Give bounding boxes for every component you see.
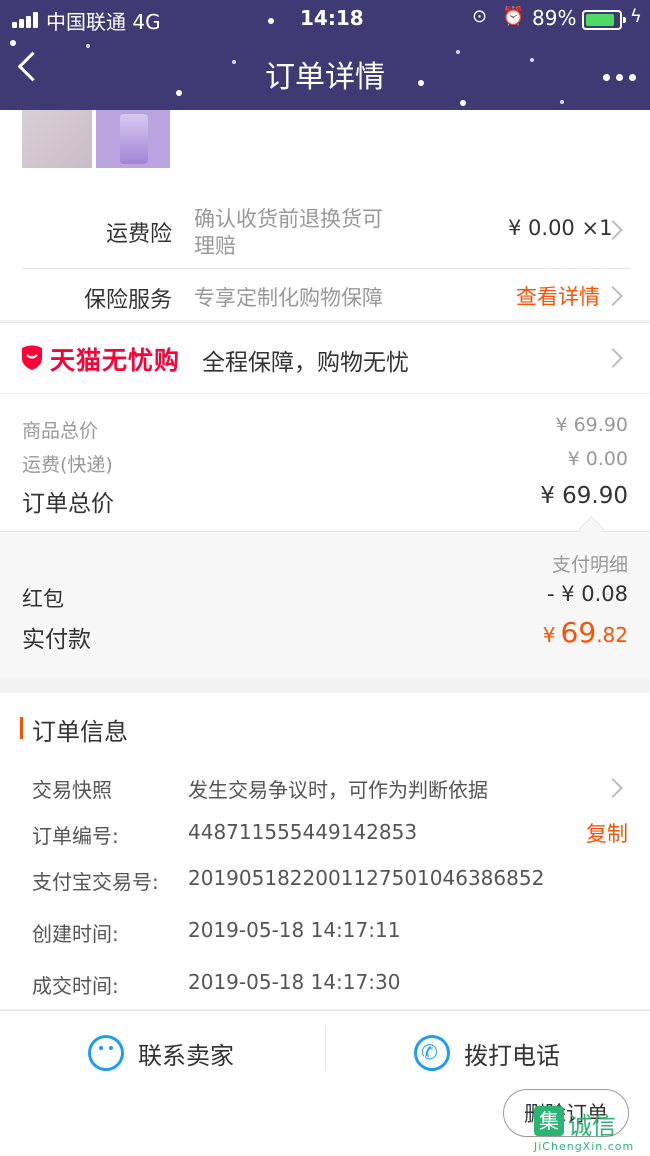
created-time-value: 2019-05-18 14:17:11 bbox=[188, 918, 401, 942]
section-accent-bar bbox=[20, 717, 23, 739]
shipping-value: ¥ 0.00 bbox=[567, 448, 628, 470]
red-packet-value: - ¥ 0.08 bbox=[546, 582, 628, 606]
battery-icon bbox=[582, 10, 626, 30]
call-phone-label[interactable]: 拨打电话 bbox=[464, 1036, 560, 1071]
snow-dot bbox=[460, 100, 466, 106]
order-total-value: ¥ 69.90 bbox=[540, 483, 628, 509]
snow-dot bbox=[560, 100, 564, 104]
contact-seller-label[interactable]: 联系卖家 bbox=[138, 1036, 234, 1071]
shipping-label: 运费(快递) bbox=[22, 454, 113, 476]
orientation-lock-icon: ⊙ bbox=[472, 6, 488, 27]
deal-time-value: 2019-05-18 14:17:30 bbox=[188, 970, 401, 994]
red-packet-label: 红包 bbox=[22, 587, 64, 611]
view-details-link[interactable]: 查看详情 bbox=[516, 281, 600, 311]
signal-icon bbox=[12, 12, 40, 28]
created-time-label: 创建时间: bbox=[32, 922, 119, 946]
watermark-url: JiChengXin.com bbox=[534, 1140, 635, 1153]
snow-dot bbox=[10, 40, 16, 46]
payment-detail-link[interactable]: 支付明细 bbox=[552, 550, 628, 577]
freight-insurance-value[interactable]: ¥ 0.00 ×1 bbox=[508, 216, 612, 240]
divider bbox=[22, 268, 630, 269]
insurance-service-desc: 专享定制化购物保障 bbox=[194, 286, 383, 310]
order-number-value: 448711555449142853 bbox=[188, 820, 418, 844]
order-total-label: 订单总价 bbox=[22, 491, 114, 517]
phone-icon: ✆ bbox=[414, 1035, 450, 1071]
tmall-brand-label: 天猫无忧购 bbox=[50, 346, 181, 375]
paid-amount-label: 实付款 bbox=[22, 627, 91, 653]
battery-percent: 89% bbox=[532, 6, 577, 30]
product-thumbnail[interactable] bbox=[96, 110, 170, 168]
order-number-label: 订单编号: bbox=[32, 824, 119, 848]
watermark-logo: 集 诚信 JiChengXin.com bbox=[534, 1106, 646, 1154]
order-info-title: 订单信息 bbox=[32, 718, 128, 746]
paid-currency: ¥ bbox=[542, 623, 556, 647]
paid-integer: 69 bbox=[560, 616, 597, 649]
clock: 14:18 bbox=[300, 6, 364, 30]
deal-time-label: 成交时间: bbox=[32, 974, 119, 998]
more-menu-icon[interactable] bbox=[597, 66, 636, 85]
snapshot-value[interactable]: 发生交易争议时，可作为判断依据 bbox=[188, 774, 488, 803]
tmall-slogan: 全程保障，购物无忧 bbox=[202, 350, 409, 376]
freight-insurance-label: 运费险 bbox=[105, 222, 172, 247]
charging-icon: ϟ bbox=[630, 6, 642, 27]
nav-header: 中国联通 4G 14:18 ⊙ ⏰ 89% ϟ 订单详情 bbox=[0, 0, 650, 110]
snow-dot bbox=[86, 44, 90, 48]
alipay-number-value: 2019051822001127501046386852 bbox=[188, 866, 545, 890]
goods-total-label: 商品总价 bbox=[22, 420, 99, 442]
freight-insurance-desc: 确认收货前退换货可 bbox=[194, 207, 383, 231]
alipay-number-label: 支付宝交易号: bbox=[32, 870, 159, 894]
insurance-service-label: 保险服务 bbox=[83, 288, 172, 313]
product-thumbnail[interactable] bbox=[22, 110, 92, 168]
watermark-badge: 集 bbox=[534, 1106, 564, 1136]
copy-button[interactable]: 复制 bbox=[586, 818, 628, 848]
freight-insurance-desc-2: 理赔 bbox=[194, 234, 236, 258]
chat-face-icon bbox=[88, 1035, 124, 1071]
goods-total-value: ¥ 69.90 bbox=[555, 414, 628, 436]
status-bar: 中国联通 4G 14:18 ⊙ ⏰ 89% ϟ bbox=[0, 6, 650, 34]
page-title: 订单详情 bbox=[265, 60, 385, 95]
tmall-shield-icon bbox=[22, 345, 42, 370]
paid-amount-value: ¥ 69.82 bbox=[543, 616, 628, 649]
paid-decimal: .82 bbox=[596, 623, 628, 647]
watermark-text: 诚信 bbox=[568, 1112, 616, 1140]
snapshot-label: 交易快照 bbox=[32, 778, 112, 802]
carrier-label: 中国联通 4G bbox=[46, 10, 161, 34]
alarm-icon: ⏰ bbox=[502, 6, 525, 27]
